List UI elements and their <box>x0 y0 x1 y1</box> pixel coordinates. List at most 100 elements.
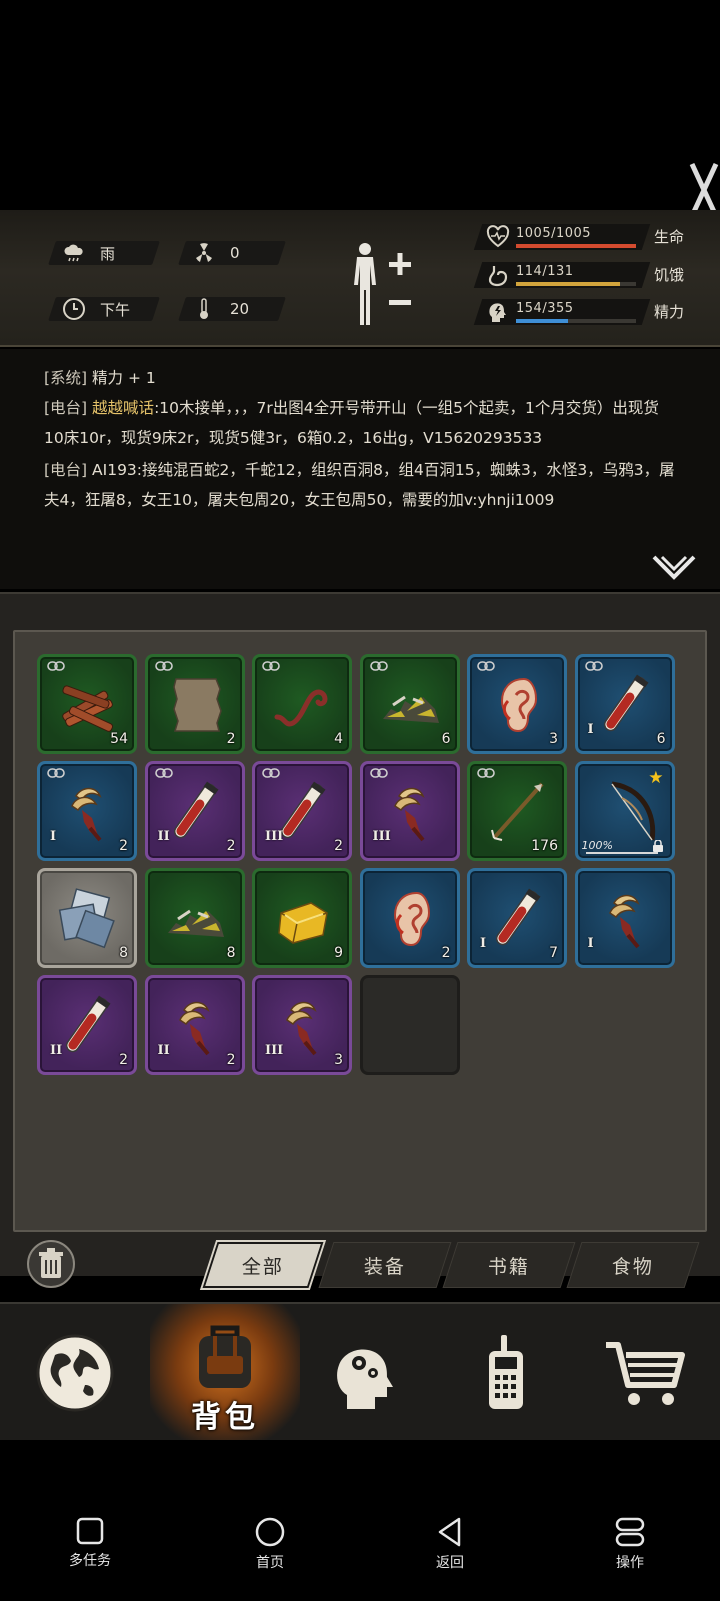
item-quantity: 2 <box>226 1052 236 1068</box>
inventory-slot[interactable]: 176 <box>467 761 567 861</box>
operate-button[interactable]: 操作 <box>580 1516 680 1572</box>
inventory-slot[interactable]: II 2 <box>37 975 137 1075</box>
item-quantity: 8 <box>119 945 128 961</box>
link-icon <box>154 768 173 778</box>
tab-all[interactable]: 全部 <box>202 1242 324 1288</box>
link-icon <box>262 661 280 671</box>
scrap-pile-icon <box>382 695 439 723</box>
nav-backpack-label: 背包 <box>191 1400 259 1435</box>
item-quantity: 176 <box>531 838 558 854</box>
inventory-slot[interactable]: 8 <box>37 868 137 968</box>
hunger-label: 饥饿 <box>654 266 685 284</box>
link-icon <box>477 661 495 671</box>
thermometer-icon <box>200 298 208 319</box>
health-label: 生命 <box>654 228 685 246</box>
inventory-slot[interactable]: 8 <box>144 868 245 968</box>
blood-vial-icon <box>495 888 541 946</box>
empty-slot[interactable] <box>359 975 460 1075</box>
multitask-button[interactable]: 多任务 <box>40 1516 140 1570</box>
temperature-value: 20 <box>230 300 250 318</box>
trash-button[interactable] <box>27 1240 75 1288</box>
tier-label: I <box>480 936 487 951</box>
tier-label: II <box>157 829 170 844</box>
item-quantity: 6 <box>656 731 666 747</box>
claw-icon <box>71 787 102 842</box>
ear-icon <box>500 677 538 733</box>
tier-label: III <box>265 829 284 844</box>
back-button[interactable]: 返回 <box>400 1516 500 1572</box>
link-icon <box>369 768 388 778</box>
home-button[interactable]: 首页 <box>220 1516 320 1572</box>
gold-ingot-icon <box>278 902 328 944</box>
heart-icon <box>486 225 510 248</box>
item-quantity: 9 <box>334 945 343 961</box>
item-quantity: 2 <box>441 945 451 961</box>
nav-world-button[interactable] <box>0 1304 150 1442</box>
log-line-radio-1: [电台] 越越喊话:10木接单，，，7r出图4全开号带开山（一组5个起卖，1个月… <box>44 399 659 447</box>
energy-value: 154/355 <box>516 301 574 316</box>
item-quantity: 2 <box>119 1052 128 1068</box>
item-quantity: 54 <box>110 731 128 747</box>
message-log[interactable]: [系统] 精力 + 1 [电台] 越越喊话:10木接单，，，7r出图4全开号带开… <box>0 349 720 589</box>
tier-label: I <box>587 936 594 951</box>
tab-equipment[interactable]: 装备 <box>318 1242 452 1288</box>
item-quantity: 3 <box>549 731 558 747</box>
tab-books[interactable]: 书籍 <box>442 1242 576 1288</box>
rain-cloud-icon <box>64 244 83 262</box>
nav-backpack-button[interactable]: 背包 <box>150 1304 300 1442</box>
inventory-slot[interactable]: 2 <box>144 654 245 754</box>
link-icon <box>584 661 603 671</box>
link-icon <box>369 661 388 671</box>
clock-icon <box>63 298 85 320</box>
log-line-radio-2: [电台] AI193:接纯混百蛇2，千蛇12，组织百洞8，组4百洞15，蜘蛛3，… <box>44 461 675 509</box>
rope-hook-icon <box>274 689 328 727</box>
blood-vial-icon <box>603 674 649 732</box>
inventory-slot[interactable]: 4 <box>252 654 352 754</box>
star-icon: ★ <box>648 768 664 788</box>
hunger-bar: 114/131 饥饿 <box>473 262 712 288</box>
item-quantity: 7 <box>549 945 558 961</box>
link-icon <box>47 661 65 671</box>
inventory-slot[interactable]: 9 <box>252 868 352 968</box>
inventory-slot[interactable]: III <box>359 761 460 861</box>
cloth-icon <box>58 888 115 949</box>
tier-label: II <box>157 1043 170 1058</box>
nav-skills-button[interactable] <box>290 1304 440 1442</box>
blood-vial-icon <box>173 781 219 839</box>
energy-label: 精力 <box>654 303 685 321</box>
chevron-down-icon[interactable] <box>652 553 696 581</box>
inventory-slot[interactable]: I7 <box>467 868 567 968</box>
inventory-slot[interactable]: 54 <box>37 654 137 754</box>
inventory-slot[interactable]: I6 <box>574 654 675 754</box>
durability-label: 100% <box>581 839 613 852</box>
inventory-slot[interactable]: III 2 <box>252 761 352 861</box>
durability-bar <box>585 852 658 854</box>
inventory-slot[interactable]: I2 <box>37 761 137 861</box>
nav-radio-button[interactable] <box>430 1304 580 1442</box>
inventory-slot[interactable]: I <box>574 868 675 968</box>
nav-shop-button[interactable] <box>570 1304 720 1442</box>
radiation-icon <box>196 243 212 262</box>
ear-icon <box>393 891 430 947</box>
square-icon <box>76 1517 104 1545</box>
backpack-icon <box>199 1325 251 1388</box>
inventory-slot[interactable]: 3 <box>467 654 567 754</box>
inventory-slot[interactable]: III 3 <box>252 975 352 1075</box>
inventory-slot[interactable]: II 2 <box>144 761 245 861</box>
inventory-slot[interactable]: 2 <box>359 868 460 968</box>
link-icon <box>47 768 65 778</box>
link-icon <box>262 768 280 778</box>
weather-chip: 雨 <box>48 241 160 265</box>
tab-food[interactable]: 食物 <box>566 1242 700 1288</box>
inventory-slot[interactable]: II 2 <box>144 975 245 1075</box>
inventory-slot[interactable]: 100% ★ <box>574 761 675 861</box>
system-nav-bar: 多任务 首页 返回 操作 <box>0 1440 720 1601</box>
item-quantity: 2 <box>119 838 128 854</box>
stomach-icon <box>488 266 508 287</box>
item-quantity: 2 <box>334 838 343 854</box>
arrow-shaft-icon <box>491 782 544 841</box>
inventory-slot[interactable]: 6 <box>359 654 460 754</box>
body-status-button[interactable] <box>345 240 420 330</box>
bottom-nav: 背包 <box>0 1302 720 1442</box>
temperature-chip: 20 <box>178 297 286 321</box>
